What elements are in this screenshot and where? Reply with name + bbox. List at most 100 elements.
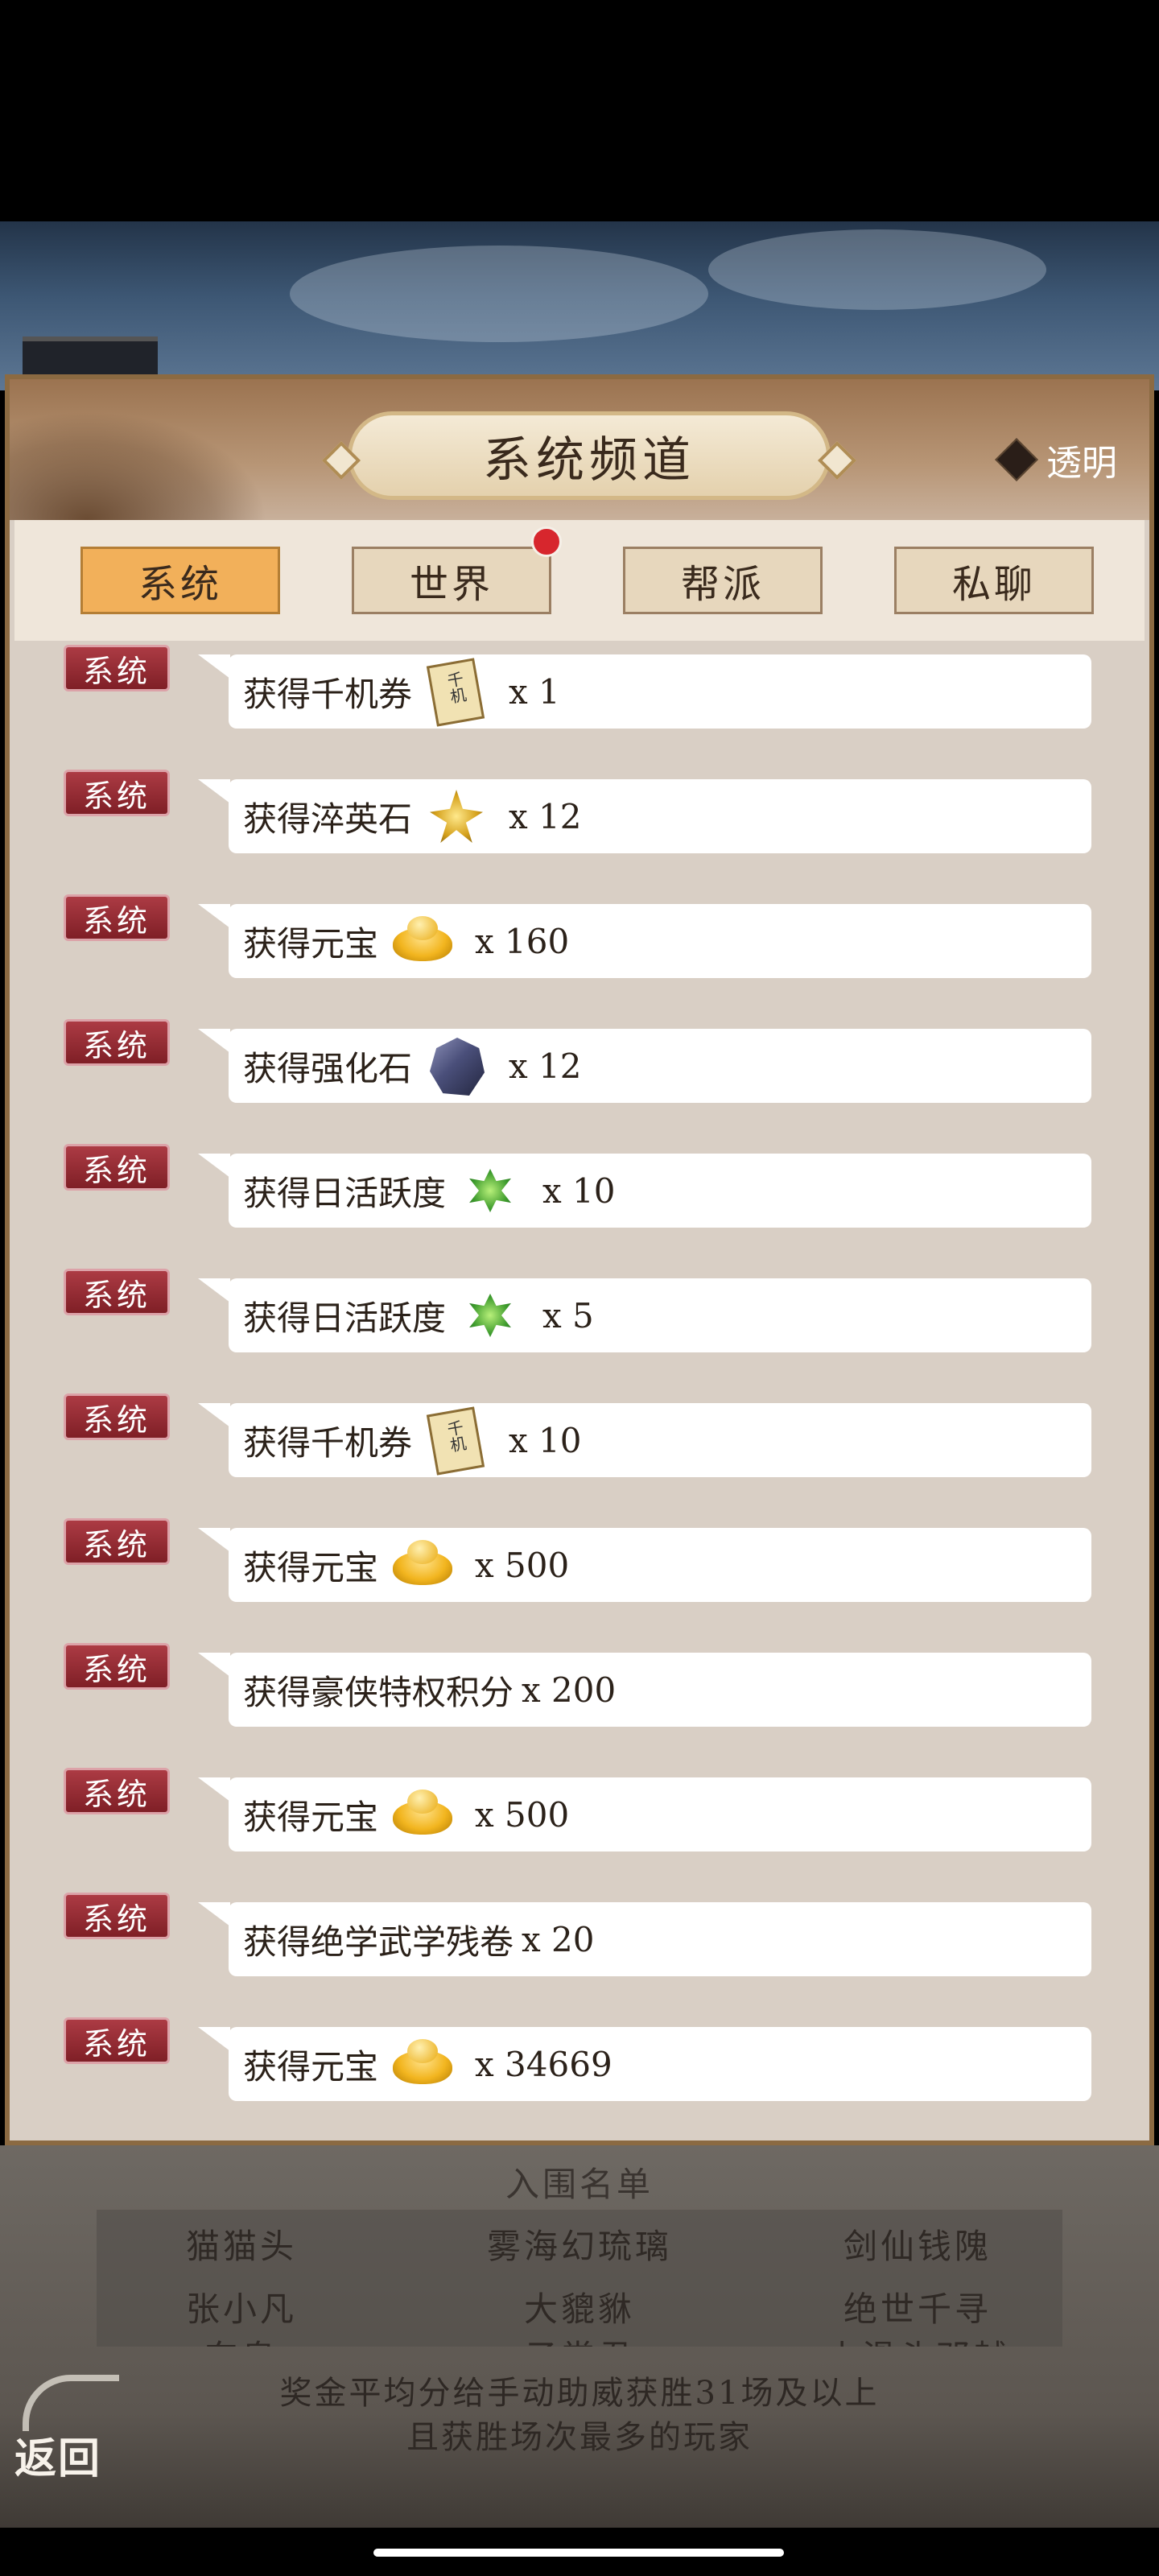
message-text: 获得强化石 — [243, 1048, 413, 1088]
item-quantity: x 160 — [475, 921, 570, 961]
item-quantity: x 20 — [522, 1919, 595, 1959]
message-row: 系统 获得强化石 x 12 — [10, 1019, 1149, 1103]
activity-icon — [457, 1282, 523, 1348]
reward-note-line1: 奖金平均分给手动助威获胜31场及以上 — [279, 2375, 880, 2412]
message-text: 获得豪侠特权积分 — [243, 1672, 514, 1712]
title-plate: 系统频道 — [348, 411, 831, 500]
system-channel-panel: 系统频道 透明 系统 世界 帮派 私聊 系统 获得千机券 x 1 — [5, 374, 1154, 2145]
ticket-icon — [423, 1407, 489, 1473]
gold-ingot-icon — [390, 2031, 456, 2097]
tab-guild[interactable]: 帮派 — [623, 547, 823, 614]
system-badge: 系统 — [64, 1893, 170, 1939]
tab-label: 私聊 — [951, 562, 1036, 607]
shortlist-title: 入围名单 — [505, 2165, 654, 2204]
message-bubble: 获得元宝 x 500 — [198, 1777, 1091, 1852]
back-button[interactable]: 返回 — [14, 2375, 119, 2483]
ticket-icon — [423, 658, 489, 724]
system-badge: 系统 — [64, 1269, 170, 1315]
item-quantity: x 500 — [475, 1545, 570, 1585]
page-title: 系统频道 — [483, 431, 695, 489]
tab-private-chat[interactable]: 私聊 — [894, 547, 1094, 614]
gold-ingot-icon — [390, 1781, 456, 1847]
item-quantity: x 200 — [522, 1670, 617, 1710]
message-bubble: 获得千机券 x 1 — [198, 654, 1091, 729]
player-name: 东皇 — [97, 2330, 386, 2347]
item-quantity: x 5 — [542, 1295, 594, 1335]
shortlist-box[interactable]: 猫猫头 雾海幻琉璃 剑仙钱隗 张小凡 大貔貅 绝世千寻 东皇 子棠君 小滑头邓越 — [97, 2210, 1062, 2347]
item-quantity: x 10 — [509, 1420, 582, 1460]
system-badge: 系统 — [64, 2017, 170, 2064]
player-name: 大貔貅 — [523, 2289, 635, 2329]
message-text: 获得日活跃度 — [243, 1173, 447, 1213]
system-badge: 系统 — [64, 645, 170, 691]
tab-label: 帮派 — [680, 562, 765, 607]
system-badge: 系统 — [64, 1144, 170, 1191]
tab-world[interactable]: 世界 — [352, 547, 551, 614]
message-bubble: 获得千机券 x 10 — [198, 1403, 1091, 1477]
sky-background — [0, 221, 1159, 390]
message-text: 获得元宝 — [243, 923, 379, 964]
message-row: 系统 获得日活跃度 x 5 — [10, 1269, 1149, 1352]
crystal-icon — [423, 783, 489, 849]
message-bubble: 获得强化石 x 12 — [198, 1029, 1091, 1103]
tab-system[interactable]: 系统 — [80, 547, 280, 614]
top-status-bar — [0, 0, 1159, 221]
item-quantity: x 500 — [475, 1794, 570, 1835]
back-label: 返回 — [14, 2434, 102, 2483]
message-text: 获得千机券 — [243, 1422, 413, 1463]
back-arrow-icon — [23, 2375, 119, 2431]
message-row: 系统 获得豪侠特权积分 x 200 — [10, 1643, 1149, 1727]
system-badge: 系统 — [64, 1393, 170, 1440]
transparent-label: 透明 — [1046, 443, 1117, 484]
gold-ingot-icon — [390, 908, 456, 974]
message-row: 系统 获得元宝 x 160 — [10, 894, 1149, 978]
diamond-icon — [995, 438, 1038, 481]
player-name: 绝世千寻 — [843, 2289, 992, 2329]
system-badge: 系统 — [64, 1518, 170, 1565]
item-quantity: x 12 — [509, 796, 582, 836]
message-text: 获得元宝 — [243, 2046, 379, 2087]
reward-note-line2: 且获胜场次最多的玩家 — [406, 2419, 753, 2456]
message-row: 系统 获得淬英石 x 12 — [10, 770, 1149, 853]
player-name: 子棠君 — [435, 2330, 724, 2347]
player-name: 剑仙钱隗 — [843, 2227, 992, 2266]
message-row: 系统 获得绝学武学残卷 x 20 — [10, 1893, 1149, 1976]
panel-header: 系统频道 透明 — [10, 379, 1149, 520]
item-quantity: x 12 — [509, 1046, 582, 1086]
message-text: 获得千机券 — [243, 674, 413, 714]
player-name: 雾海幻琉璃 — [486, 2227, 672, 2266]
message-row: 系统 获得元宝 x 500 — [10, 1768, 1149, 1852]
message-row: 系统 获得元宝 x 34669 — [10, 2017, 1149, 2101]
notification-dot — [531, 526, 562, 557]
message-row: 系统 获得千机券 x 1 — [10, 645, 1149, 729]
system-badge: 系统 — [64, 1019, 170, 1066]
channel-tabs: 系统 世界 帮派 私聊 — [14, 520, 1145, 641]
message-bubble: 获得绝学武学残卷 x 20 — [198, 1902, 1091, 1976]
transparent-toggle[interactable]: 透明 — [995, 434, 1117, 485]
message-text: 获得元宝 — [243, 1797, 379, 1837]
system-badge: 系统 — [64, 1768, 170, 1814]
message-bubble: 获得豪侠特权积分 x 200 — [198, 1653, 1091, 1727]
tab-label: 系统 — [138, 562, 222, 607]
message-bubble: 获得元宝 x 34669 — [198, 2027, 1091, 2101]
message-bubble: 获得元宝 x 160 — [198, 904, 1091, 978]
shortlist-section: 入围名单 猫猫头 雾海幻琉璃 剑仙钱隗 张小凡 大貔貅 绝世千寻 东皇 子棠君 … — [0, 2145, 1159, 2528]
home-indicator[interactable] — [373, 2549, 784, 2557]
message-row: 系统 获得元宝 x 500 — [10, 1518, 1149, 1602]
message-row: 系统 获得日活跃度 x 10 — [10, 1144, 1149, 1228]
item-quantity: x 34669 — [475, 2044, 612, 2084]
system-badge: 系统 — [64, 1643, 170, 1690]
message-text: 获得元宝 — [243, 1547, 379, 1587]
system-badge: 系统 — [64, 894, 170, 941]
message-text: 获得淬英石 — [243, 799, 413, 839]
player-name: 张小凡 — [185, 2289, 297, 2329]
message-bubble: 获得元宝 x 500 — [198, 1528, 1091, 1602]
mountain-decoration — [10, 411, 267, 520]
message-bubble: 获得日活跃度 x 10 — [198, 1154, 1091, 1228]
activity-icon — [457, 1158, 523, 1224]
message-bubble: 获得日活跃度 x 5 — [198, 1278, 1091, 1352]
tab-label: 世界 — [409, 562, 493, 607]
system-badge: 系统 — [64, 770, 170, 816]
item-quantity: x 1 — [509, 671, 560, 712]
gold-ingot-icon — [390, 1532, 456, 1598]
